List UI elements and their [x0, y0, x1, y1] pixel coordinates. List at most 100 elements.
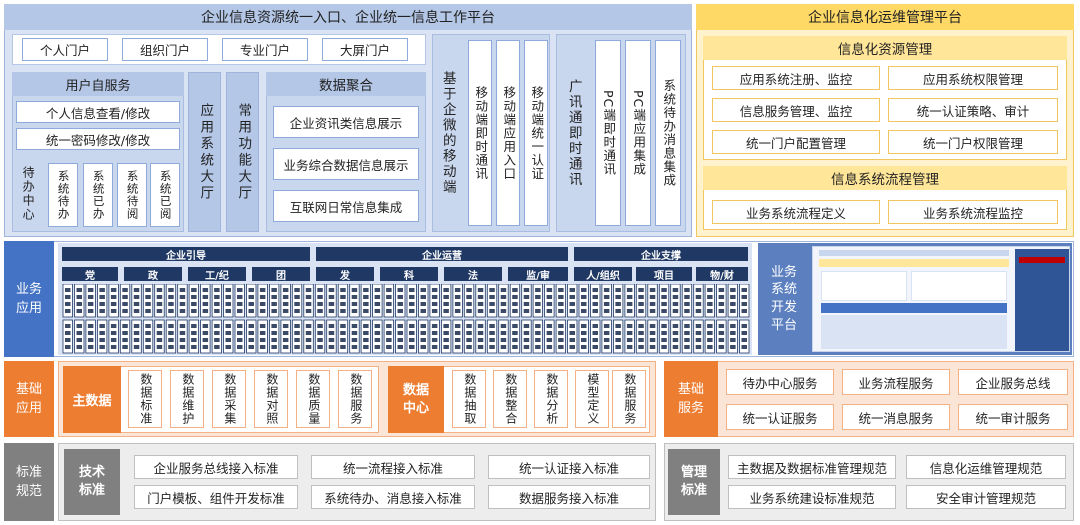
business-app-tile-text	[546, 338, 553, 342]
master-collect[interactable]: 数据采集	[212, 370, 246, 428]
res-service-monitor[interactable]: 信息服务管理、监控	[712, 98, 880, 122]
business-app-tile-text	[65, 302, 71, 306]
tech-esb[interactable]: 企业服务总线接入标准	[134, 455, 298, 479]
business-app-tile-text	[87, 331, 94, 335]
business-app-tile-text	[626, 309, 633, 313]
svc-esb[interactable]: 企业服务总线	[958, 369, 1068, 395]
business-app-tile-text	[477, 331, 484, 335]
business-app-tile-text	[592, 338, 598, 342]
data-aggregate-web[interactable]: 互联网日常信息集成	[273, 190, 419, 222]
business-app-tile-text	[259, 345, 266, 349]
master-service[interactable]: 数据服务	[338, 370, 372, 428]
mgmt-ops[interactable]: 信息化运维管理规范	[906, 455, 1066, 479]
master-standard[interactable]: 数据标准	[128, 370, 162, 428]
business-app-tile-text	[294, 331, 300, 335]
center-analyze[interactable]: 数据分析	[534, 370, 568, 428]
org-portal[interactable]: 组织门户	[122, 38, 208, 61]
tech-data-svc[interactable]: 数据服务接入标准	[488, 485, 650, 509]
business-app-tile-text	[420, 295, 426, 299]
tech-flow[interactable]: 统一流程接入标准	[311, 455, 475, 479]
business-app-tile-text	[615, 295, 621, 299]
business-app-tile-text	[386, 302, 392, 306]
business-app-tile-text	[500, 345, 507, 349]
guangxun-app[interactable]: PC端应用集成	[625, 40, 651, 226]
mgmt-standard-text: 管理标准	[680, 465, 707, 498]
center-integrate[interactable]: 数据整合	[493, 370, 527, 428]
svc-auth[interactable]: 统一认证服务	[726, 404, 834, 430]
business-app-tile-text	[259, 309, 266, 313]
center-service[interactable]: 数据服务	[612, 370, 646, 428]
business-app-tile-text	[397, 295, 403, 299]
todo-read[interactable]: 系统已阅	[150, 163, 180, 227]
business-app-tile-text	[374, 288, 381, 292]
app-hall[interactable]: 应用系统大厅	[188, 72, 221, 232]
group-operate: 企业运营	[316, 247, 568, 262]
mgmt-security[interactable]: 安全审计管理规范	[906, 485, 1066, 509]
master-compare[interactable]: 数据对照	[254, 370, 288, 428]
business-app-tile-text	[684, 345, 690, 349]
business-app-tile-text	[87, 324, 94, 328]
business-app-tile-text	[179, 338, 186, 342]
self-service-info[interactable]: 个人信息查看/修改	[16, 101, 180, 123]
master-maintain[interactable]: 数据维护	[170, 370, 204, 428]
business-app-tile-text	[214, 331, 220, 335]
business-app-tile-text	[431, 309, 438, 313]
self-service-password[interactable]: 统一密码修改/修改	[16, 128, 180, 150]
res-app-perm[interactable]: 应用系统权限管理	[888, 66, 1058, 90]
res-portal-config[interactable]: 统一门户配置管理	[712, 130, 880, 154]
res-auth-audit[interactable]: 统一认证策略、审计	[888, 98, 1058, 122]
func-hall[interactable]: 常用功能大厅	[226, 72, 259, 232]
center-extract[interactable]: 数据抽取	[452, 370, 486, 428]
business-app-tile-text	[592, 331, 598, 335]
guangxun-im[interactable]: PC端即时通讯	[595, 40, 621, 226]
todo-pending[interactable]: 系统待办	[48, 163, 78, 227]
tech-todo[interactable]: 系统待办、消息接入标准	[311, 485, 475, 509]
business-app-tile-text	[695, 302, 702, 306]
tech-auth[interactable]: 统一认证接入标准	[488, 455, 650, 479]
pro-portal[interactable]: 专业门户	[222, 38, 308, 61]
business-app-tile-text	[707, 295, 713, 299]
tech-portal[interactable]: 门户模板、组件开发标准	[134, 485, 298, 509]
svc-flow[interactable]: 业务流程服务	[842, 369, 950, 395]
business-app-tile-text	[420, 338, 426, 342]
business-app-tile-text	[523, 309, 530, 313]
business-app-tile-text	[661, 302, 667, 306]
wecom-im[interactable]: 移动端即时通讯	[468, 40, 492, 226]
wecom-auth[interactable]: 移动端统一认证	[524, 40, 548, 226]
business-app-tile-text	[397, 302, 403, 306]
business-app-tile-text	[707, 302, 713, 306]
business-app-tile-text	[707, 324, 713, 328]
res-app-register[interactable]: 应用系统注册、监控	[712, 66, 880, 90]
flow-define[interactable]: 业务系统流程定义	[712, 200, 880, 224]
master-quality[interactable]: 数据质量	[296, 370, 330, 428]
todo-done[interactable]: 系统已办	[83, 163, 113, 227]
business-app-tile-text	[638, 338, 644, 342]
business-app-tile-text	[420, 309, 426, 313]
personal-portal[interactable]: 个人门户	[22, 38, 108, 61]
flow-monitor[interactable]: 业务系统流程监控	[888, 200, 1058, 224]
wecom-entry[interactable]: 移动端应用入口	[496, 40, 520, 226]
res-portal-perm[interactable]: 统一门户权限管理	[888, 130, 1058, 154]
data-aggregate-biz[interactable]: 业务综合数据信息展示	[273, 148, 419, 180]
business-app-tile-text	[145, 288, 151, 292]
business-app-tile-text	[386, 345, 392, 349]
mgmt-build[interactable]: 业务系统建设标准规范	[728, 485, 896, 509]
center-model[interactable]: 模型定义	[575, 370, 609, 428]
business-app-tile-text	[615, 338, 621, 342]
business-app-tile-text	[386, 309, 392, 313]
mgmt-master[interactable]: 主数据及数据标准管理规范	[728, 455, 896, 479]
data-aggregate-news[interactable]: 企业资讯类信息展示	[273, 106, 419, 138]
business-app-tile-text	[214, 345, 220, 349]
business-app-tile-text	[512, 331, 518, 335]
business-app-tile-text	[110, 324, 117, 328]
screen-portal[interactable]: 大屏门户	[322, 38, 408, 61]
svc-audit[interactable]: 统一审计服务	[958, 404, 1068, 430]
svc-todo[interactable]: 待办中心服务	[726, 369, 834, 395]
svc-msg[interactable]: 统一消息服务	[842, 404, 950, 430]
business-app-tile-text	[546, 309, 553, 313]
business-app-tile-text	[237, 324, 243, 328]
guangxun-msg[interactable]: 系统待办消息集成	[655, 40, 681, 226]
business-app-tile-text	[191, 295, 197, 299]
todo-to-read[interactable]: 系统待阅	[117, 163, 147, 227]
business-app-tile-text	[99, 324, 105, 328]
